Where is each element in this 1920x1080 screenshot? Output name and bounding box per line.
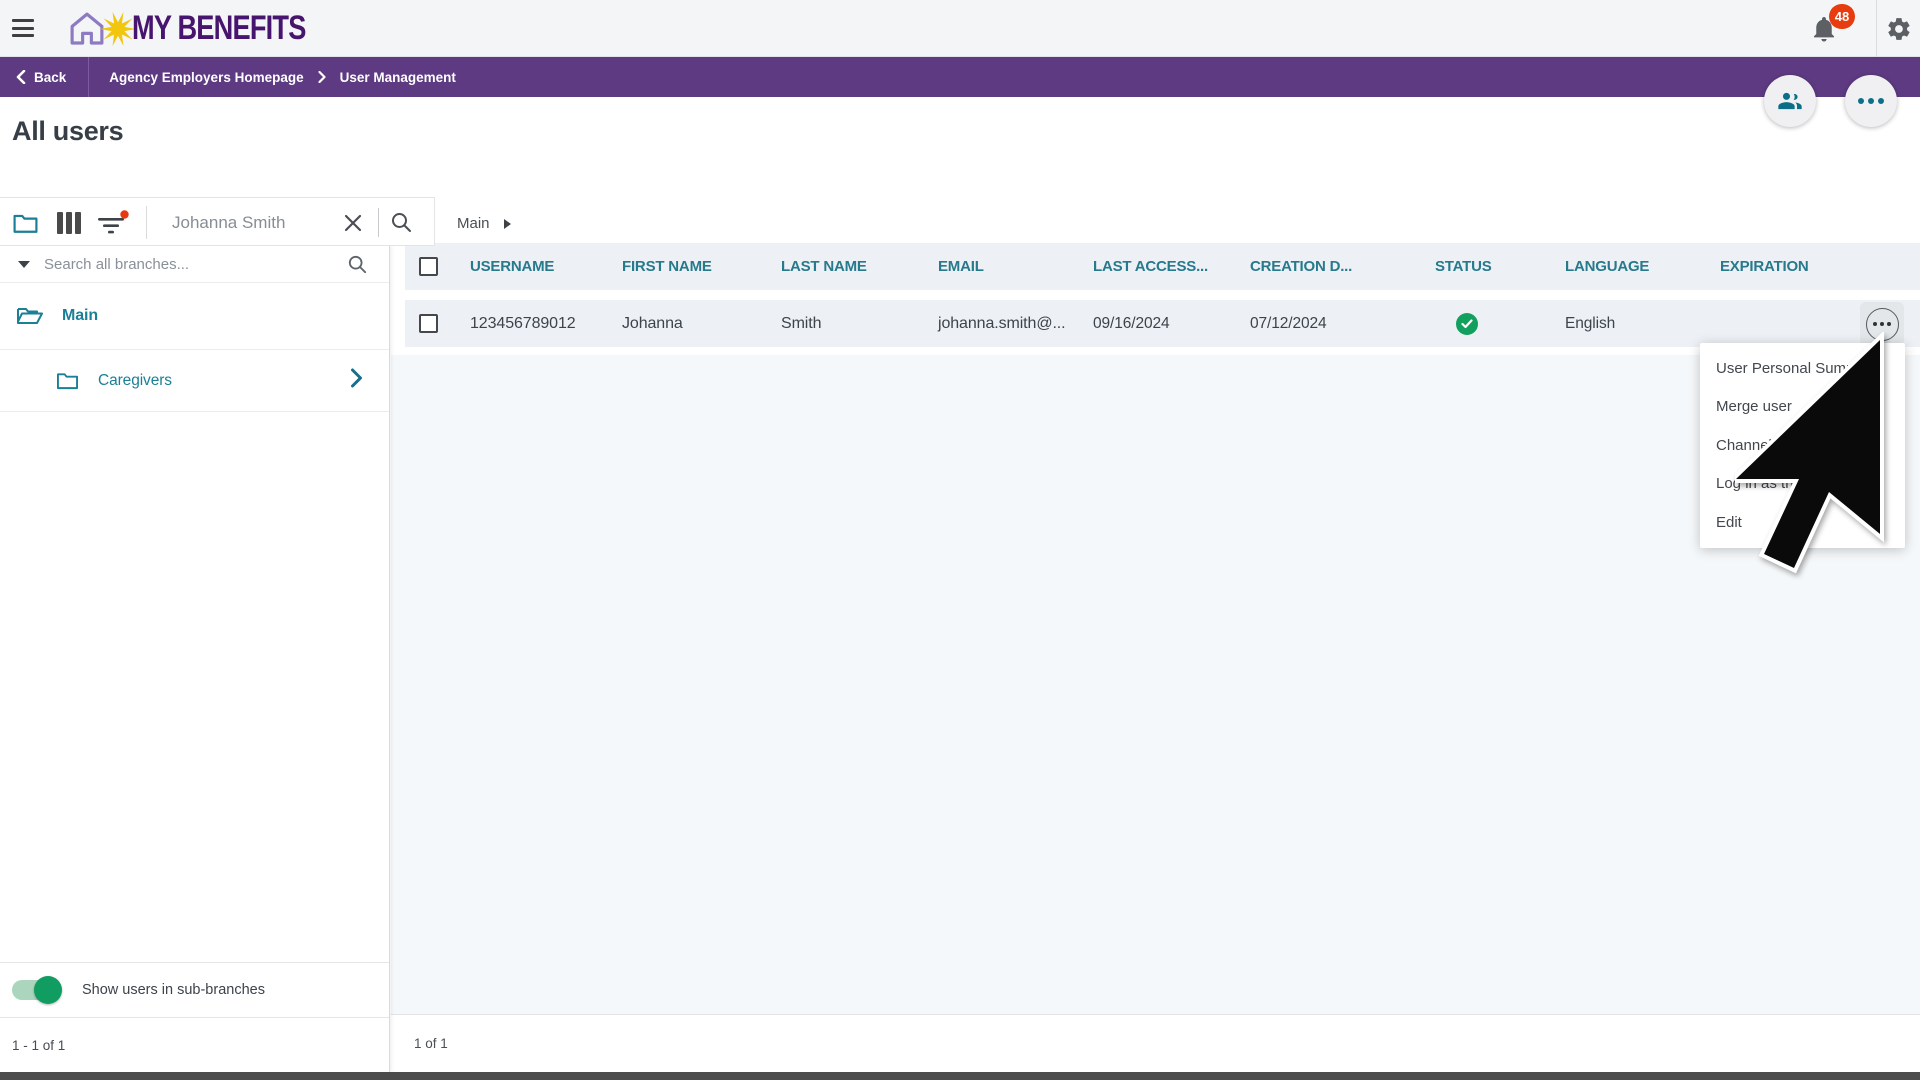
breadcrumb: Agency Employers Homepage User Managemen… bbox=[109, 70, 456, 85]
folder-view-button[interactable] bbox=[12, 198, 39, 247]
filter-button[interactable] bbox=[96, 198, 130, 247]
tree-pagination: 1 - 1 of 1 bbox=[0, 1017, 389, 1072]
breadcrumb-item-homepage[interactable]: Agency Employers Homepage bbox=[109, 70, 303, 85]
table-background bbox=[391, 355, 1920, 1014]
column-header-language[interactable]: LANGUAGE bbox=[1565, 243, 1649, 290]
toolbar-divider bbox=[146, 206, 147, 239]
cell-last-access: 09/16/2024 bbox=[1093, 300, 1170, 347]
breadcrumb-bar: Back Agency Employers Homepage User Mana… bbox=[0, 57, 1920, 97]
column-header-email[interactable]: EMAIL bbox=[938, 243, 984, 290]
list-toolbar: Johanna Smith bbox=[0, 197, 435, 246]
table-row[interactable]: 123456789012 Johanna Smith johanna.smith… bbox=[405, 300, 1920, 347]
toolbar-divider bbox=[378, 208, 379, 237]
app-logo[interactable]: MY BENEFITS bbox=[66, 0, 349, 57]
caret-right-icon bbox=[504, 219, 511, 229]
table-breadcrumb-label: Main bbox=[457, 215, 490, 232]
cell-language: English bbox=[1565, 300, 1615, 347]
branch-item-main[interactable]: Main bbox=[0, 283, 389, 350]
column-header-expiration[interactable]: EXPIRATION bbox=[1720, 243, 1809, 290]
columns-view-button[interactable] bbox=[56, 198, 82, 247]
row-checkbox[interactable] bbox=[419, 314, 438, 333]
cell-email: johanna.smith@... bbox=[938, 300, 1066, 347]
notification-count-badge: 48 bbox=[1829, 4, 1855, 29]
starburst-icon bbox=[100, 11, 136, 47]
settings-button[interactable] bbox=[1886, 16, 1912, 42]
menu-item-user-personal-summary[interactable]: User Personal Summary bbox=[1700, 349, 1905, 388]
manage-users-button[interactable] bbox=[1764, 75, 1816, 127]
page-title: All users bbox=[12, 116, 123, 147]
table-branch-breadcrumb[interactable]: Main bbox=[457, 215, 511, 232]
header-divider bbox=[1876, 0, 1877, 57]
folder-icon bbox=[55, 370, 80, 391]
menu-item-edit[interactable]: Edit bbox=[1700, 503, 1905, 542]
cell-creation-date: 07/12/2024 bbox=[1250, 300, 1327, 347]
cell-last-name: Smith bbox=[781, 300, 821, 347]
branch-label: Main bbox=[62, 307, 98, 325]
back-button[interactable]: Back bbox=[0, 57, 88, 97]
row-actions-button[interactable] bbox=[1860, 302, 1904, 346]
column-header-last-name[interactable]: LAST NAME bbox=[781, 243, 867, 290]
column-header-last-access[interactable]: LAST ACCESS... bbox=[1093, 243, 1208, 290]
folder-icon bbox=[12, 211, 39, 235]
column-header-username[interactable]: USERNAME bbox=[470, 243, 554, 290]
cell-first-name: Johanna bbox=[622, 300, 683, 347]
filter-icon bbox=[96, 210, 130, 236]
notifications-button[interactable]: 48 bbox=[1809, 14, 1843, 48]
table-header-row: USERNAME FIRST NAME LAST NAME EMAIL LAST… bbox=[405, 243, 1920, 290]
branch-search-input[interactable]: Search all branches... bbox=[44, 256, 189, 273]
window-bottom-edge bbox=[0, 1072, 1920, 1080]
branch-tree-panel: Search all branches... Main Caregivers S… bbox=[0, 246, 390, 1072]
search-icon[interactable] bbox=[348, 255, 367, 274]
menu-item-merge-user[interactable]: Merge user bbox=[1700, 388, 1905, 427]
clear-search-button[interactable] bbox=[344, 198, 362, 247]
back-label: Back bbox=[34, 70, 66, 85]
group-users-icon bbox=[1776, 87, 1804, 115]
column-header-creation-date[interactable]: CREATION D... bbox=[1250, 243, 1352, 290]
table-pagination: 1 of 1 bbox=[391, 1014, 1920, 1072]
branch-item-caregivers[interactable]: Caregivers bbox=[0, 350, 389, 412]
brand-name: MY BENEFITS bbox=[132, 9, 306, 48]
show-sub-branches-toggle[interactable] bbox=[12, 980, 60, 1000]
breadcrumb-divider bbox=[88, 57, 89, 97]
row-menu-ellipsis-icon bbox=[1866, 308, 1899, 341]
column-header-first-name[interactable]: FIRST NAME bbox=[622, 243, 712, 290]
user-search-input[interactable]: Johanna Smith bbox=[172, 198, 285, 247]
branch-label: Caregivers bbox=[98, 372, 172, 390]
sub-branches-toggle-row: Show users in sub-branches bbox=[0, 962, 389, 1017]
clear-x-icon bbox=[344, 214, 362, 232]
checkmark-icon bbox=[1461, 319, 1473, 329]
toggle-label: Show users in sub-branches bbox=[82, 982, 265, 998]
menu-item-channel[interactable]: Channel bbox=[1700, 426, 1905, 465]
hamburger-menu-icon[interactable] bbox=[12, 19, 34, 38]
run-search-button[interactable] bbox=[391, 198, 412, 247]
column-header-status[interactable]: STATUS bbox=[1435, 243, 1492, 290]
table-page-label: 1 of 1 bbox=[414, 1036, 448, 1051]
caret-down-icon[interactable] bbox=[18, 261, 30, 268]
ellipsis-icon bbox=[1858, 98, 1884, 104]
chevron-left-icon bbox=[16, 70, 26, 84]
breadcrumb-item-user-management[interactable]: User Management bbox=[340, 70, 456, 85]
status-active-badge bbox=[1456, 313, 1478, 335]
menu-item-log-in-as-user[interactable]: Log in as this user bbox=[1700, 465, 1905, 504]
more-actions-button[interactable] bbox=[1845, 75, 1897, 127]
open-folder-icon bbox=[16, 304, 44, 328]
gear-icon bbox=[1886, 16, 1912, 42]
search-icon bbox=[391, 212, 412, 233]
cell-username: 123456789012 bbox=[470, 300, 576, 347]
columns-icon bbox=[56, 211, 82, 235]
chevron-right-icon[interactable] bbox=[350, 368, 363, 388]
breadcrumb-separator-icon bbox=[318, 71, 326, 83]
branch-search-row: Search all branches... bbox=[0, 246, 389, 283]
app-header: MY BENEFITS 48 bbox=[0, 0, 1920, 57]
tree-range-label: 1 - 1 of 1 bbox=[12, 1038, 65, 1053]
select-all-checkbox[interactable] bbox=[419, 257, 438, 276]
row-context-menu: User Personal Summary Merge user Channel… bbox=[1700, 343, 1905, 548]
